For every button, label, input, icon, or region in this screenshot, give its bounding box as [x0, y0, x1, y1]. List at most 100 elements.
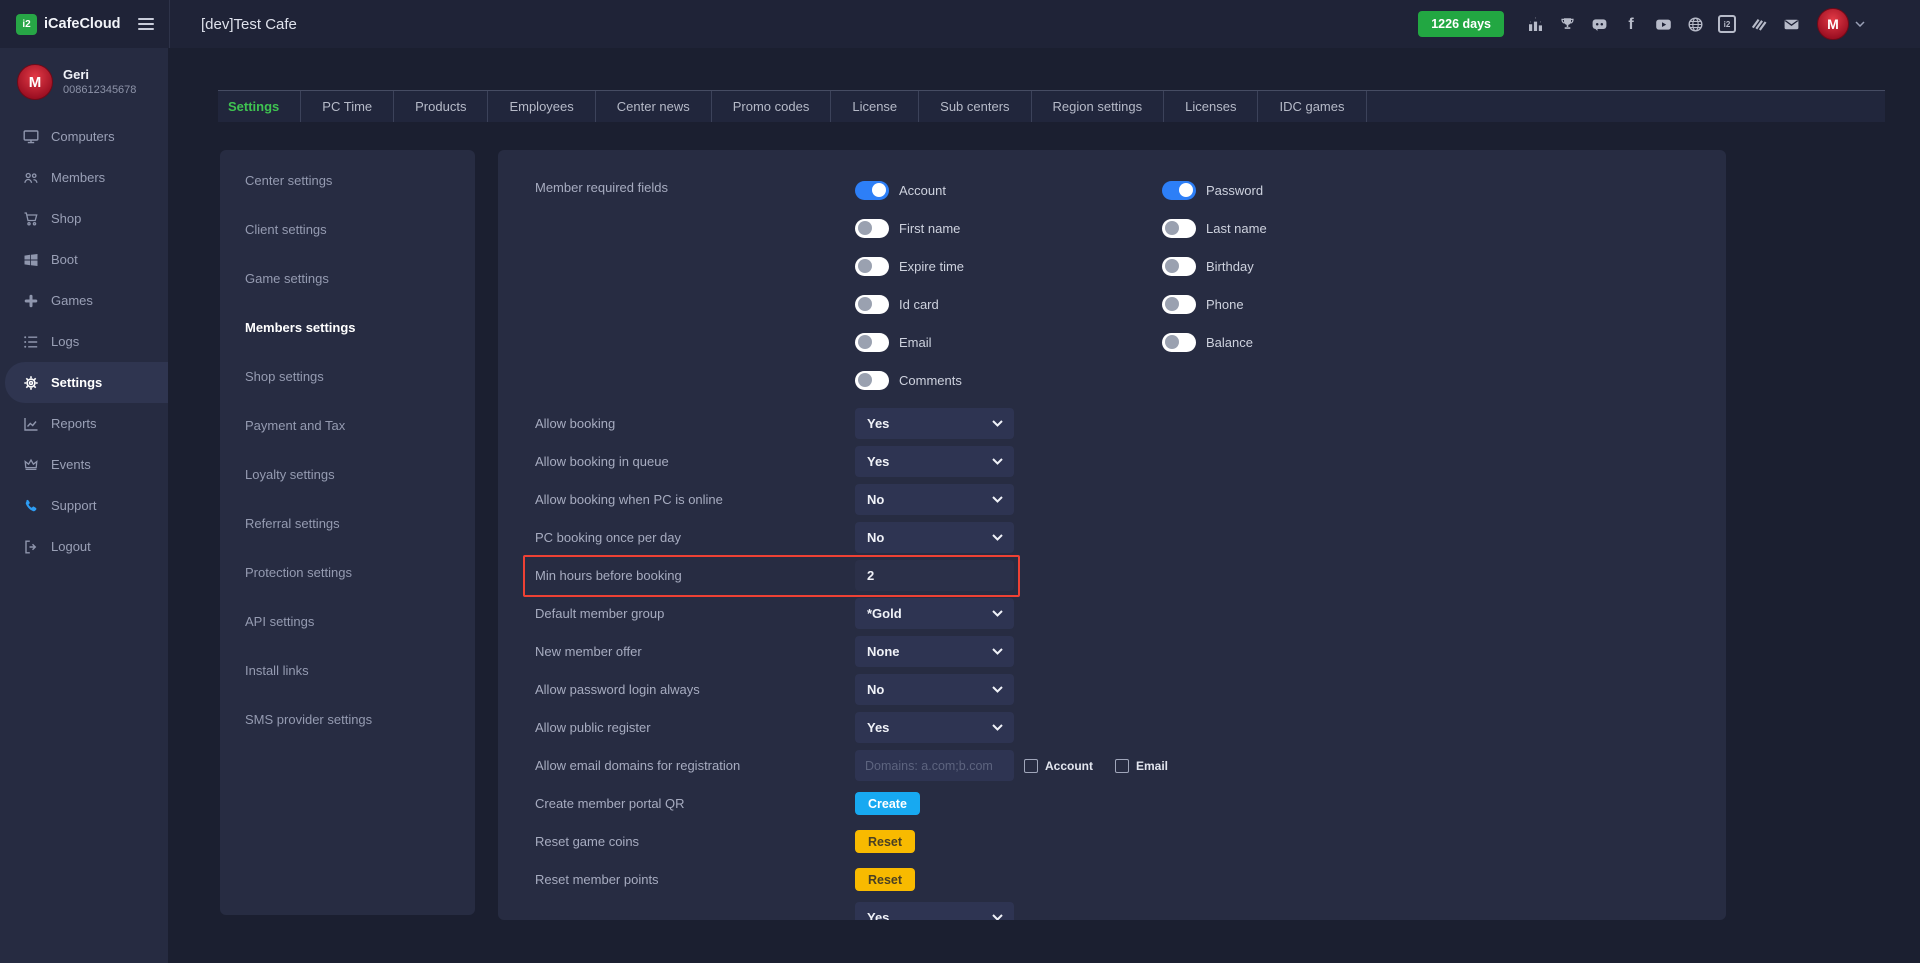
password-toggle[interactable]: [1162, 181, 1196, 200]
avatar: M: [17, 64, 53, 100]
menu-item-payment-and-tax[interactable]: Payment and Tax: [220, 401, 475, 450]
account-checkbox-group[interactable]: Account: [1024, 759, 1093, 773]
email-domains-input[interactable]: [855, 750, 1014, 781]
sidebar-item-logout[interactable]: Logout: [0, 526, 168, 567]
layers-icon[interactable]: [1750, 16, 1768, 33]
field-label: Allow public register: [535, 720, 855, 735]
user-name: Geri: [63, 67, 136, 83]
min-hours-input[interactable]: [855, 560, 1014, 591]
ranking-icon[interactable]: [1526, 16, 1544, 33]
balance-toggle[interactable]: [1162, 333, 1196, 352]
menu-item-referral-settings[interactable]: Referral settings: [220, 499, 475, 548]
create-qr-button[interactable]: Create: [855, 792, 920, 815]
tab-licenses[interactable]: Licenses: [1164, 91, 1258, 122]
clipped-select[interactable]: Yes: [855, 902, 1014, 920]
tab-settings[interactable]: Settings: [218, 91, 301, 122]
tab-sub-centers[interactable]: Sub centers: [919, 91, 1031, 122]
monitor-icon: [22, 129, 40, 145]
globe-icon[interactable]: [1686, 16, 1704, 33]
menu-item-members-settings[interactable]: Members settings: [220, 303, 475, 352]
allow-booking-row: Allow booking Yes: [535, 408, 1726, 439]
select-value: No: [867, 492, 884, 507]
sidebar-item-boot[interactable]: Boot: [0, 239, 168, 280]
phone-toggle[interactable]: [1162, 295, 1196, 314]
sidebar-item-settings[interactable]: Settings: [5, 362, 168, 403]
reset-member-points-row: Reset member points Reset: [535, 864, 1726, 895]
reset-game-coins-button[interactable]: Reset: [855, 830, 915, 853]
tab-center-news[interactable]: Center news: [596, 91, 712, 122]
trophy-icon[interactable]: [1558, 16, 1576, 33]
first-name-toggle[interactable]: [855, 219, 889, 238]
menu-item-sms-provider-settings[interactable]: SMS provider settings: [220, 695, 475, 744]
menu-item-game-settings[interactable]: Game settings: [220, 254, 475, 303]
tab-pc-time[interactable]: PC Time: [301, 91, 394, 122]
email-checkbox-group[interactable]: Email: [1115, 759, 1168, 773]
expire-time-toggle[interactable]: [855, 257, 889, 276]
hamburger-menu-icon[interactable]: [138, 18, 154, 30]
new-member-offer-select[interactable]: None: [855, 636, 1014, 667]
cart-icon: [22, 211, 40, 227]
id-card-toggle[interactable]: [855, 295, 889, 314]
account-checkbox[interactable]: [1024, 759, 1038, 773]
account-toggle[interactable]: [855, 181, 889, 200]
subscription-days-badge[interactable]: 1226 days: [1418, 11, 1504, 37]
discord-icon[interactable]: [1590, 16, 1608, 33]
tab-employees[interactable]: Employees: [488, 91, 595, 122]
sidebar-item-games[interactable]: Games: [0, 280, 168, 321]
birthday-toggle[interactable]: [1162, 257, 1196, 276]
tab-promo-codes[interactable]: Promo codes: [712, 91, 832, 122]
sidebar-user[interactable]: M Geri 008612345678: [0, 48, 168, 114]
menu-item-shop-settings[interactable]: Shop settings: [220, 352, 475, 401]
youtube-icon[interactable]: [1654, 16, 1672, 33]
field-label: Member required fields: [535, 180, 855, 408]
pc-booking-once-select[interactable]: No: [855, 522, 1014, 553]
email-checkbox[interactable]: [1115, 759, 1129, 773]
new-member-offer-row: New member offer None: [535, 636, 1726, 667]
gear-icon: [22, 375, 40, 391]
select-value: None: [867, 644, 900, 659]
user-avatar[interactable]: M: [1817, 8, 1849, 40]
facebook-icon[interactable]: f: [1622, 16, 1640, 33]
brand-name: iCafeCloud: [44, 16, 121, 32]
members-settings-form: Member required fields Account First nam…: [498, 150, 1726, 920]
allow-booking-select[interactable]: Yes: [855, 408, 1014, 439]
toggle-label: Balance: [1206, 335, 1253, 350]
chart-icon: [22, 416, 40, 432]
menu-item-install-links[interactable]: Install links: [220, 646, 475, 695]
sidebar-item-shop[interactable]: Shop: [0, 198, 168, 239]
tab-idc-games[interactable]: IDC games: [1258, 91, 1366, 122]
menu-item-client-settings[interactable]: Client settings: [220, 205, 475, 254]
field-label: Reset member points: [535, 872, 855, 887]
icafecloud-site-icon[interactable]: i2: [1718, 16, 1736, 33]
toggle-label: Comments: [899, 373, 962, 388]
default-member-group-select[interactable]: *Gold: [855, 598, 1014, 629]
allow-public-register-select[interactable]: Yes: [855, 712, 1014, 743]
sidebar-user-info: Geri 008612345678: [63, 67, 136, 98]
sidebar-item-reports[interactable]: Reports: [0, 403, 168, 444]
sidebar-item-computers[interactable]: Computers: [0, 116, 168, 157]
sidebar-item-events[interactable]: Events: [0, 444, 168, 485]
field-label: Allow booking when PC is online: [535, 492, 855, 507]
brand[interactable]: i2 iCafeCloud: [16, 14, 121, 35]
allow-password-login-select[interactable]: No: [855, 674, 1014, 705]
chevron-down-icon: [992, 686, 1003, 693]
tab-license[interactable]: License: [831, 91, 919, 122]
mail-icon[interactable]: [1782, 16, 1800, 33]
chevron-down-icon[interactable]: [1855, 21, 1865, 27]
tab-region-settings[interactable]: Region settings: [1032, 91, 1165, 122]
tab-products[interactable]: Products: [394, 91, 488, 122]
sidebar-item-logs[interactable]: Logs: [0, 321, 168, 362]
menu-item-center-settings[interactable]: Center settings: [220, 156, 475, 205]
email-toggle[interactable]: [855, 333, 889, 352]
allow-booking-pc-online-select[interactable]: No: [855, 484, 1014, 515]
menu-item-protection-settings[interactable]: Protection settings: [220, 548, 475, 597]
allow-booking-in-queue-select[interactable]: Yes: [855, 446, 1014, 477]
reset-member-points-button[interactable]: Reset: [855, 868, 915, 891]
comments-toggle[interactable]: [855, 371, 889, 390]
sidebar-item-members[interactable]: Members: [0, 157, 168, 198]
last-name-toggle[interactable]: [1162, 219, 1196, 238]
sidebar-item-support[interactable]: Support: [0, 485, 168, 526]
sidebar-item-label: Settings: [51, 375, 102, 390]
menu-item-loyalty-settings[interactable]: Loyalty settings: [220, 450, 475, 499]
menu-item-api-settings[interactable]: API settings: [220, 597, 475, 646]
